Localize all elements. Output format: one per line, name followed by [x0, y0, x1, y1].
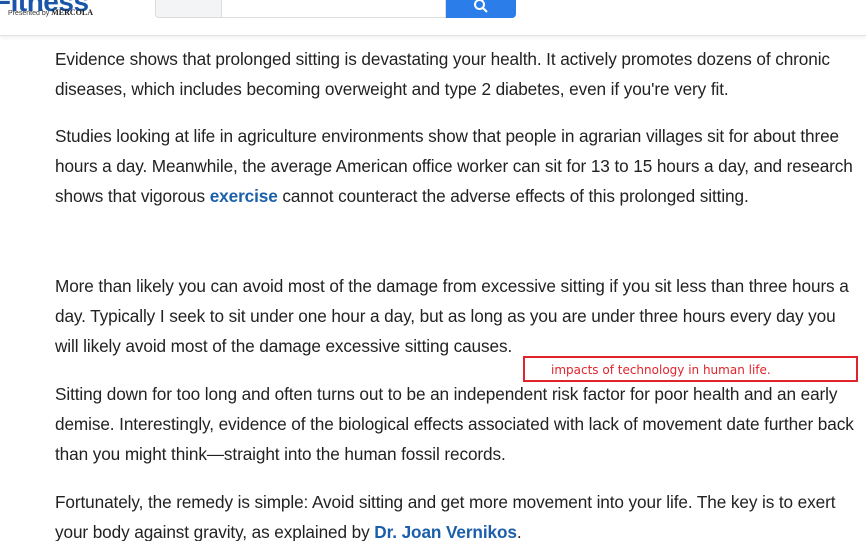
annotation-box: impacts of technology in human life. [523, 356, 858, 382]
paragraph-2-text-end: cannot counteract the adverse effects of… [277, 186, 749, 206]
site-header: Fitness Presented by MERCOLA [0, 0, 866, 36]
paragraph-3: More than likely you can avoid most of t… [55, 276, 849, 356]
search-icon [473, 0, 489, 17]
exercise-link[interactable]: exercise [210, 186, 278, 206]
joan-vernikos-link[interactable]: Dr. Joan Vernikos [374, 522, 517, 541]
search-input[interactable] [221, 0, 446, 18]
logo-presented-by: Presented by [8, 10, 50, 17]
paragraph-4: Sitting down for too long and often turn… [55, 384, 854, 464]
paragraph-5-text-end: . [516, 522, 522, 541]
logo-brand: MERCOLA [51, 8, 93, 17]
paragraph-2: Studies looking at life in agriculture e… [55, 121, 855, 211]
annotation-text: impacts of technology in human life. [551, 363, 771, 377]
search-button[interactable] [446, 0, 516, 18]
search-category-select[interactable] [155, 0, 221, 18]
paragraph-5: Fortunately, the remedy is simple: Avoid… [55, 487, 855, 541]
logo-tagline: Presented by MERCOLA [8, 8, 93, 17]
paragraph-1: Evidence shows that prolonged sitting is… [55, 49, 830, 99]
